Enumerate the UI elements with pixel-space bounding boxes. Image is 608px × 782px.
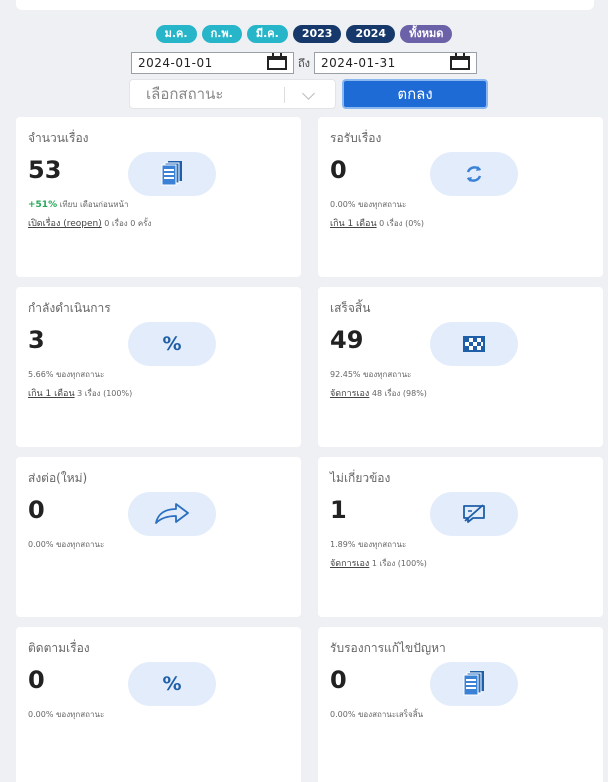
stat-card-follow-up[interactable]: ติดตามเรื่อง 0% 0.00% ของทุกสถานะ bbox=[16, 627, 301, 782]
date-to-value: 2024-01-31 bbox=[321, 56, 396, 70]
calendar-icon[interactable] bbox=[450, 53, 471, 70]
card-detail-link[interactable]: เกิน 1 เดือน bbox=[28, 389, 75, 399]
card-title: ไม่เกี่ยวข้อง bbox=[330, 471, 391, 485]
chevron-down-icon[interactable] bbox=[302, 87, 315, 100]
svg-text:%: % bbox=[162, 333, 181, 355]
share-arrow-icon bbox=[128, 492, 216, 536]
chip-jan[interactable]: ม.ค. bbox=[155, 25, 197, 43]
card-percentage-text: เทียบ เดือนก่อนหน้า bbox=[57, 200, 129, 209]
stat-card-in-progress[interactable]: กำลังดำเนินการ 3% 5.66% ของทุกสถานะเกิน 1 … bbox=[16, 287, 301, 447]
card-detail-link[interactable]: จัดการเอง bbox=[330, 559, 369, 569]
status-select-placeholder: เลือกสถานะ bbox=[146, 85, 224, 103]
card-percentage-line: 1.89% ของทุกสถานะ bbox=[330, 538, 406, 551]
refresh-icon bbox=[430, 152, 518, 196]
stat-card-forwarded[interactable]: ส่งต่อ(ใหม่) 0 0.00% ของทุกสถานะ bbox=[16, 457, 301, 617]
previous-card-edge bbox=[16, 0, 594, 10]
card-title: ติดตามเรื่อง bbox=[28, 641, 90, 655]
card-change-highlight: +51% bbox=[28, 200, 58, 210]
card-percentage-line: 0.00% ของทุกสถานะ bbox=[28, 538, 104, 551]
card-value: 0 bbox=[28, 666, 45, 694]
date-to-field[interactable]: 2024-01-31 bbox=[314, 52, 478, 74]
card-detail-line: จัดการเอง 1 เรื่อง (100%) bbox=[330, 556, 427, 570]
card-percentage-text: 5.66% ของทุกสถานะ bbox=[28, 370, 105, 379]
stat-card-total[interactable]: จำนวนเรื่อง 53 +51% เทียบ เดือนก่อนหน้าเปิ… bbox=[16, 117, 301, 277]
period-filter-chips: ม.ค. ก.พ. มี.ค. 2023 2024 ทั้งหมด bbox=[0, 25, 608, 43]
ok-button[interactable]: ตกลง bbox=[342, 79, 488, 109]
card-detail-line: เปิดเรื่อง (reopen) 0 เรื่อง 0 ครั้ง bbox=[28, 216, 151, 230]
date-from-value: 2024-01-01 bbox=[137, 56, 213, 70]
card-detail-link[interactable]: เกิน 1 เดือน bbox=[330, 219, 377, 229]
status-filter-row: เลือกสถานะ ตกลง bbox=[129, 79, 488, 109]
card-detail-text: 1 เรื่อง (100%) bbox=[369, 559, 427, 568]
date-range-row: 2024-01-01 ถึง 2024-01-31 bbox=[0, 52, 608, 74]
card-percentage-text: 0.00% ของสถานะเสร็จสิ้น bbox=[330, 710, 424, 719]
card-percentage-line: 5.66% ของทุกสถานะ bbox=[28, 368, 104, 381]
card-value: 53 bbox=[28, 156, 62, 184]
card-detail-link[interactable]: เปิดเรื่อง (reopen) bbox=[28, 219, 102, 229]
card-percentage-line: +51% เทียบ เดือนก่อนหน้า bbox=[28, 198, 129, 211]
card-value: 49 bbox=[330, 326, 364, 354]
chip-2024[interactable]: 2024 bbox=[346, 25, 396, 43]
card-value: 0 bbox=[28, 496, 45, 524]
card-detail-text: 0 เรื่อง (0%) bbox=[376, 219, 425, 228]
checkered-flag-icon bbox=[430, 322, 518, 366]
stat-card-resolution-approval[interactable]: รับรองการแก้ไขปัญหา 0 0.00% ของสถานะเสร็จส… bbox=[318, 627, 603, 782]
card-detail-line: เกิน 1 เดือน 3 เรื่อง (100%) bbox=[28, 386, 132, 400]
select-divider bbox=[284, 87, 285, 103]
card-title: จำนวนเรื่อง bbox=[28, 131, 89, 145]
card-percentage-text: 0.00% ของทุกสถานะ bbox=[28, 710, 105, 719]
date-from-field[interactable]: 2024-01-01 bbox=[130, 52, 294, 74]
card-percentage-text: 1.89% ของทุกสถานะ bbox=[330, 540, 407, 549]
percent-icon: % bbox=[128, 662, 216, 706]
status-select[interactable]: เลือกสถานะ bbox=[129, 79, 336, 109]
card-title: รอรับเรื่อง bbox=[330, 131, 382, 145]
card-value: 1 bbox=[330, 496, 347, 524]
documents-icon bbox=[128, 152, 216, 196]
chip-feb[interactable]: ก.พ. bbox=[201, 25, 242, 43]
card-title: เสร็จสิ้น bbox=[330, 301, 371, 315]
stat-card-pending[interactable]: รอรับเรื่อง 0 0.00% ของทุกสถานะเกิน 1 เดือ… bbox=[318, 117, 603, 277]
card-percentage-text: 92.45% ของทุกสถานะ bbox=[330, 370, 412, 379]
card-detail-text: 3 เรื่อง (100%) bbox=[74, 389, 133, 398]
card-value: 0 bbox=[330, 666, 347, 694]
card-percentage-line: 92.45% ของทุกสถานะ bbox=[330, 368, 411, 381]
chip-all[interactable]: ทั้งหมด bbox=[400, 25, 453, 43]
card-title: กำลังดำเนินการ bbox=[28, 301, 111, 315]
comment-slash-icon bbox=[430, 492, 518, 536]
calendar-icon[interactable] bbox=[266, 53, 287, 70]
percent-icon: % bbox=[128, 322, 216, 366]
card-detail-line: เกิน 1 เดือน 0 เรื่อง (0%) bbox=[330, 216, 424, 230]
card-detail-link[interactable]: จัดการเอง bbox=[330, 389, 369, 399]
card-percentage-text: 0.00% ของทุกสถานะ bbox=[28, 540, 105, 549]
documents-icon bbox=[430, 662, 518, 706]
card-value: 0 bbox=[330, 156, 347, 184]
card-percentage-line: 0.00% ของทุกสถานะ bbox=[330, 198, 406, 211]
card-percentage-text: 0.00% ของทุกสถานะ bbox=[330, 200, 407, 209]
card-detail-line: จัดการเอง 48 เรื่อง (98%) bbox=[330, 386, 427, 400]
card-detail-text: 48 เรื่อง (98%) bbox=[369, 389, 427, 398]
card-percentage-line: 0.00% ของสถานะเสร็จสิ้น bbox=[330, 708, 423, 721]
card-title: รับรองการแก้ไขปัญหา bbox=[330, 641, 446, 655]
card-title: ส่งต่อ(ใหม่) bbox=[28, 471, 88, 485]
card-percentage-line: 0.00% ของทุกสถานะ bbox=[28, 708, 104, 721]
card-value: 3 bbox=[28, 326, 45, 354]
chip-2023[interactable]: 2023 bbox=[292, 25, 342, 43]
card-detail-text: 0 เรื่อง 0 ครั้ง bbox=[101, 219, 152, 228]
stat-card-completed[interactable]: เสร็จสิ้น 49 92.45% ของทุกสถานะจัดการเอง 4… bbox=[318, 287, 603, 447]
stat-card-irrelevant[interactable]: ไม่เกี่ยวข้อง 1 1.89% ของทุกสถานะจัดการเอง… bbox=[318, 457, 603, 617]
svg-text:%: % bbox=[162, 673, 181, 695]
chip-mar[interactable]: มี.ค. bbox=[246, 25, 288, 43]
date-to-label: ถึง bbox=[297, 57, 311, 70]
